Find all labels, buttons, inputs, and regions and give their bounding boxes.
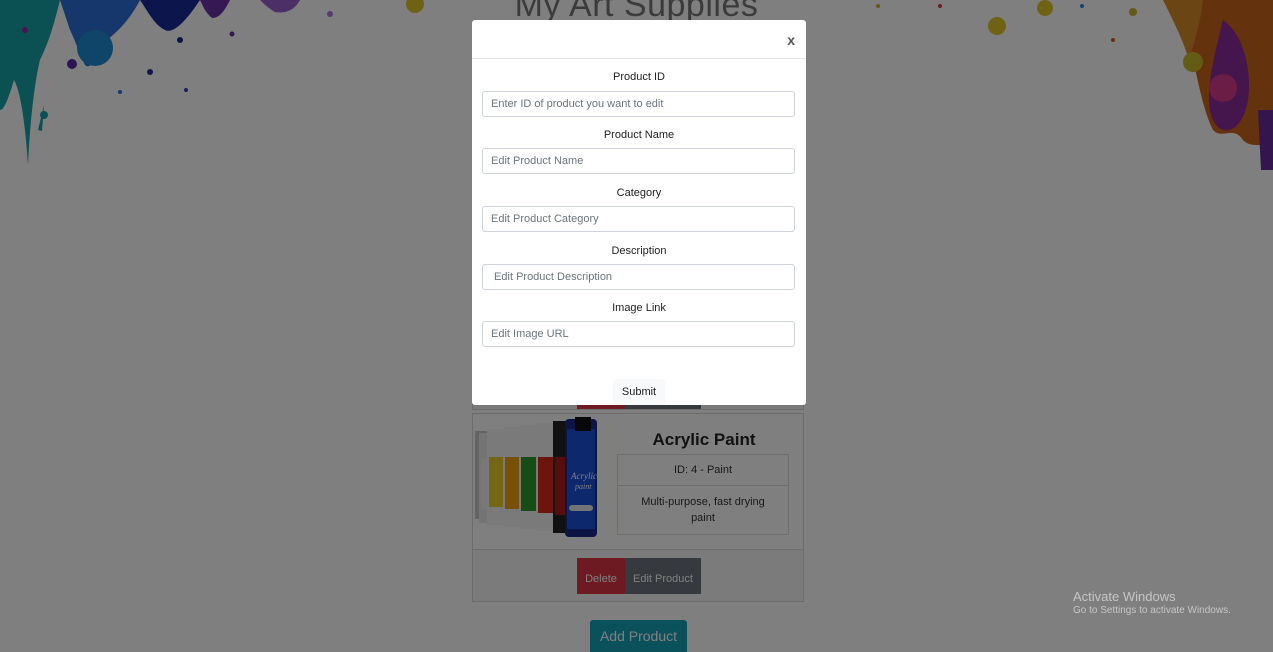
image-link-input[interactable] <box>482 321 795 347</box>
product-name-label: Product Name <box>603 129 675 141</box>
watermark-subtitle: Go to Settings to activate Windows. <box>1073 605 1231 616</box>
product-name-input[interactable] <box>482 148 795 174</box>
product-id-label: Product ID <box>613 71 665 83</box>
submit-button[interactable]: Submit <box>613 379 665 405</box>
edit-product-modal: x Product ID Product Name Category Descr… <box>472 20 806 405</box>
description-label: Description <box>611 245 667 257</box>
watermark-title: Activate Windows <box>1073 589 1176 604</box>
modal-header: x <box>472 20 806 59</box>
category-input[interactable] <box>482 206 795 232</box>
product-id-input[interactable] <box>482 91 795 117</box>
description-input[interactable] <box>482 264 795 290</box>
close-icon[interactable]: x <box>787 32 795 48</box>
activate-windows-watermark: Activate Windows Go to Settings to activ… <box>1073 589 1231 616</box>
image-link-label: Image Link <box>612 302 666 314</box>
category-label: Category <box>616 187 662 199</box>
